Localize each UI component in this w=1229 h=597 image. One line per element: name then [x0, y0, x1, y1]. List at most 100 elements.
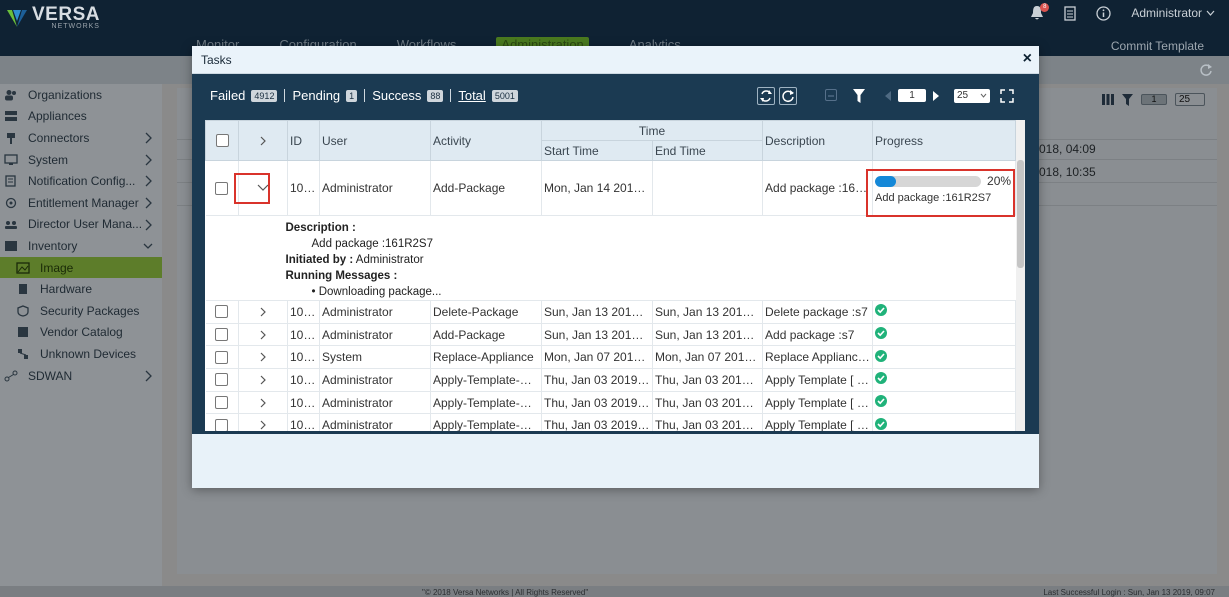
row-checkbox[interactable]	[215, 181, 229, 195]
column-header-activity[interactable]: Activity	[430, 120, 542, 161]
refresh-icon[interactable]	[1199, 63, 1213, 77]
row-checkbox[interactable]	[215, 328, 229, 342]
refresh-icon	[782, 90, 794, 103]
commit-template-link[interactable]: Commit Template	[1111, 39, 1204, 53]
task-start-time: Mon, Jan 07 2019, ...	[541, 345, 653, 370]
sidebar-item-organizations[interactable]: Organizations	[0, 84, 162, 106]
task-detail-cell: Description : Add package :161R2S7 Initi…	[205, 215, 1016, 301]
next-page-icon[interactable]	[933, 91, 939, 101]
sidebar-item-notification-config[interactable]: Notification Config...	[0, 170, 162, 192]
row-select-cell	[205, 413, 239, 431]
close-button[interactable]: ×	[1023, 51, 1032, 67]
row-select-cell	[205, 300, 239, 324]
sidebar-item-label: SDWAN	[28, 368, 73, 383]
director-users-icon	[5, 221, 17, 230]
page-number-input[interactable]: 1	[898, 89, 926, 102]
sidebar-item-sdwan[interactable]: SDWAN	[0, 365, 162, 387]
inventory-icon	[5, 240, 17, 251]
table-row[interactable]: 102... Administrator Delete-Package Sun,…	[205, 300, 1017, 324]
table-row[interactable]: 102... System Replace-Appliance Mon, Jan…	[205, 345, 1017, 370]
background-page-input[interactable]: 1	[1141, 94, 1167, 105]
divider	[284, 89, 286, 102]
sidebar-item-hardware[interactable]: Hardware	[0, 278, 162, 300]
row-checkbox[interactable]	[215, 305, 229, 319]
chevron-right-icon[interactable]	[259, 375, 267, 385]
chevron-right-icon[interactable]	[259, 352, 267, 362]
sidebar-item-entitlement-manager[interactable]: Entitlement Manager	[0, 192, 162, 214]
auto-refresh-button[interactable]	[757, 87, 775, 105]
column-header-description[interactable]: Description	[762, 120, 874, 161]
user-menu[interactable]: Administrator	[1131, 6, 1215, 20]
task-id: 102...	[287, 300, 320, 324]
task-id: 102...	[287, 345, 320, 370]
filter-icon[interactable]	[1122, 93, 1133, 106]
sidebar-item-security-packages[interactable]: Security Packages	[0, 300, 162, 322]
table-row[interactable]: 102... Administrator Apply-Template-De..…	[205, 391, 1017, 415]
task-start-time: Sun, Jan 13 2019, 0...	[541, 323, 653, 347]
sidebar-item-vendor-catalog[interactable]: Vendor Catalog	[0, 322, 162, 344]
sidebar-item-label: Entitlement Manager	[28, 195, 139, 210]
task-id: 102...	[287, 368, 320, 392]
sidebar-item-connectors[interactable]: Connectors	[0, 127, 162, 149]
expand-header	[238, 120, 288, 161]
document-icon[interactable]	[1064, 5, 1076, 21]
chevron-right-icon[interactable]	[259, 330, 267, 340]
notifications-button[interactable]: 8	[1030, 3, 1050, 21]
filter-icon[interactable]	[853, 89, 865, 103]
fullscreen-icon[interactable]	[1000, 89, 1014, 103]
sidebar-item-appliances[interactable]: Appliances	[0, 106, 162, 128]
column-header-user[interactable]: User	[319, 120, 431, 161]
chevron-right-icon[interactable]	[259, 398, 267, 408]
chevron-right-icon	[145, 132, 152, 144]
chevron-right-icon[interactable]	[259, 307, 267, 317]
grid-scrollbar[interactable]	[1016, 120, 1025, 431]
task-user: Administrator	[319, 391, 431, 415]
task-id: 102...	[287, 160, 320, 216]
scrollbar-thumb[interactable]	[1017, 160, 1024, 268]
table-row[interactable]: 102... Administrator Apply-Template-De..…	[205, 413, 1017, 431]
sidebar-item-system[interactable]: System	[0, 149, 162, 171]
pending-filter[interactable]: Pending 1	[292, 88, 358, 103]
sidebar-item-label: System	[28, 152, 69, 167]
background-date: 018, 04:09	[1039, 142, 1096, 156]
sidebar-item-image[interactable]: Image	[0, 256, 162, 279]
failed-filter[interactable]: Failed 4912	[210, 88, 278, 103]
table-row[interactable]: 102... Administrator Add-Package Sun, Ja…	[205, 323, 1017, 347]
sdwan-icon	[4, 370, 18, 382]
column-header-start-time[interactable]: Start Time	[541, 140, 653, 161]
select-all-checkbox[interactable]	[215, 134, 229, 147]
sidebar-item-inventory[interactable]: Inventory	[0, 235, 162, 257]
background-page-size-select[interactable]: 25	[1175, 93, 1205, 106]
detail-description-value: Add package :161R2S7	[311, 238, 433, 250]
task-user: System	[319, 345, 431, 370]
sidebar-item-unknown-devices[interactable]: Unknown Devices	[0, 343, 162, 365]
task-user: Administrator	[319, 413, 431, 431]
column-header-end-time[interactable]: End Time	[651, 140, 764, 161]
collapse-all-button[interactable]	[825, 89, 837, 101]
brand-name: VERSA	[32, 4, 100, 25]
refresh-button[interactable]	[779, 87, 797, 105]
chevron-right-icon[interactable]	[259, 136, 267, 146]
column-header-progress[interactable]: Progress	[872, 120, 1017, 161]
row-checkbox[interactable]	[215, 350, 229, 364]
columns-icon[interactable]	[1102, 94, 1114, 105]
sidebar-item-label: Director User Mana...	[28, 217, 143, 232]
tasks-grid: ID User Activity Time Description Progre…	[205, 120, 1025, 431]
column-header-id[interactable]: ID	[287, 120, 320, 161]
row-checkbox[interactable]	[215, 418, 229, 431]
row-checkbox[interactable]	[215, 396, 229, 410]
page-size-select[interactable]: 25	[954, 89, 990, 103]
task-progress-cell	[872, 345, 1017, 370]
sidebar-item-director-users[interactable]: Director User Mana...	[0, 214, 162, 236]
unknown-devices-icon	[18, 348, 28, 359]
info-icon[interactable]	[1096, 5, 1111, 21]
row-checkbox[interactable]	[215, 373, 229, 387]
tasks-table: ID User Activity Time Description Progre…	[205, 120, 1017, 431]
table-row[interactable]: 102... Administrator Apply-Template-De..…	[205, 368, 1017, 392]
row-expand-cell	[238, 300, 288, 324]
success-filter[interactable]: Success 88	[372, 88, 444, 103]
minus-icon	[828, 95, 834, 97]
total-filter[interactable]: Total 5001	[458, 88, 518, 103]
previous-page-icon[interactable]	[885, 91, 891, 101]
chevron-right-icon[interactable]	[259, 420, 267, 430]
